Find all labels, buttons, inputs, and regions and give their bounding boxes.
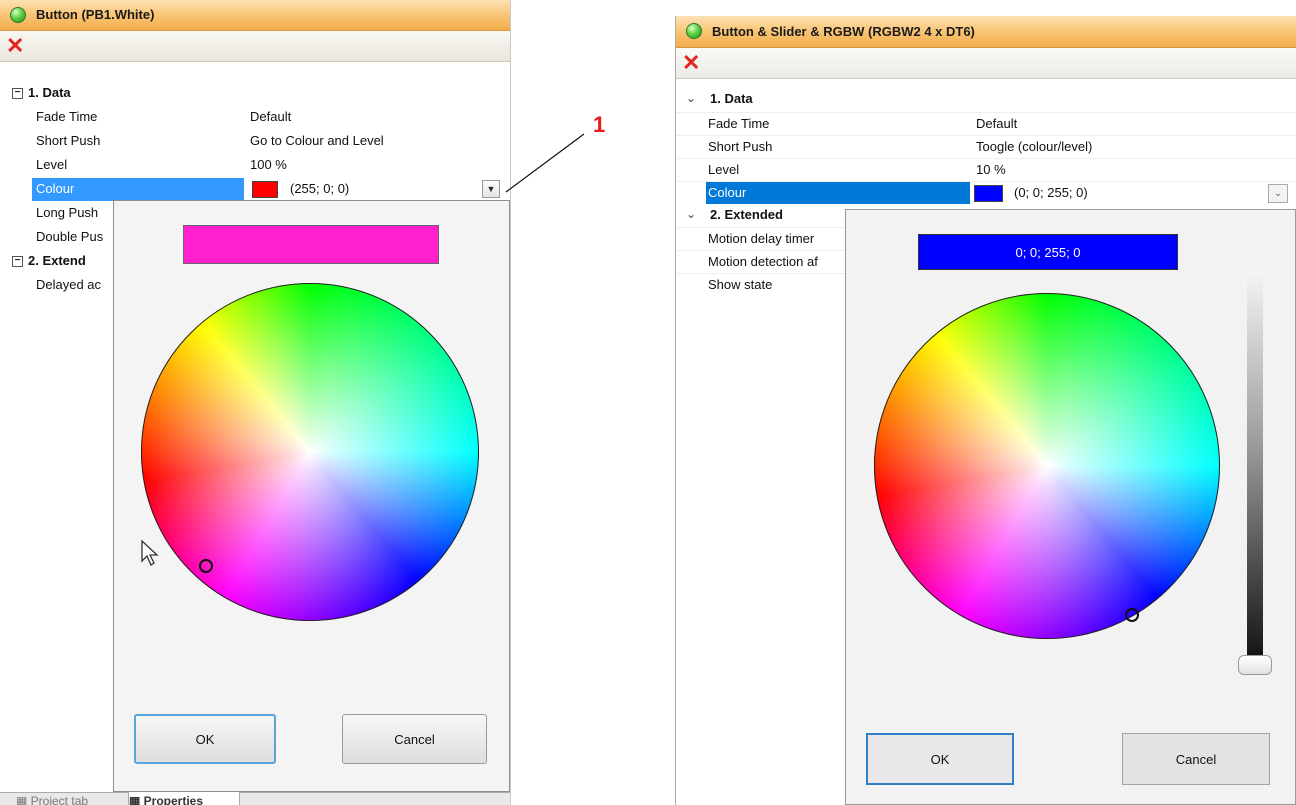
property-value: (255; 0; 0) [290,181,350,196]
property-key: Fade Time [708,116,770,131]
group-label: 2. Extended [710,207,783,222]
callout-number: 1 [593,112,606,137]
property-key: Level [36,157,68,172]
chevron-down-icon[interactable]: ⌄ [686,91,696,105]
bottom-tab-strip: ▦ Project tab ▦ Properties [0,791,510,805]
property-key: Long Push [36,205,99,220]
property-key: Delayed ac [36,277,102,292]
property-key: Short Push [708,139,773,154]
property-key: Level [708,162,740,177]
property-row[interactable]: Level 100 % [0,154,510,177]
property-row-colour[interactable]: Colour (0; 0; 255; 0) ⌄ [676,181,1296,204]
minus-box-icon[interactable]: − [12,88,23,99]
property-value: Default [250,109,292,124]
colour-wheel-overlay[interactable] [141,283,479,621]
property-key: Show state [708,277,773,292]
chevron-down-icon[interactable]: ▼ [482,180,500,198]
right-colour-picker-popup: 0; 0; 255; 0 OK Cancel [845,209,1296,805]
colour-swatch [974,185,1003,202]
wheel-selection-marker[interactable] [1125,608,1139,622]
right-toolbar: ✕ [676,48,1296,79]
property-row[interactable]: Fade Time Default [0,106,510,129]
red-x-icon[interactable]: ✕ [6,32,24,60]
group-label: 1. Data [710,91,753,106]
green-led-icon [686,23,702,39]
brightness-slider-track[interactable] [1247,272,1263,662]
right-panel-title: Button & Slider & RGBW (RGBW2 4 x DT6) [712,24,975,39]
left-toolbar: ✕ [0,31,510,62]
property-key: Short Push [36,133,101,148]
property-value: 100 % [250,157,287,172]
cancel-button[interactable]: Cancel [342,714,487,764]
group-row-data[interactable]: − 1. Data [0,82,510,105]
callout-line [505,133,585,193]
property-row[interactable]: Fade Time Default [676,112,1296,135]
property-value: (0; 0; 255; 0) [1014,185,1088,200]
green-led-icon [10,7,26,23]
property-value: Go to Colour and Level [250,133,384,148]
left-panel-title: Button (PB1.White) [36,7,155,22]
tab-properties[interactable]: ▦ Properties [128,791,240,805]
group-label: 1. Data [28,85,71,100]
colour-preview-bar: 0; 0; 255; 0 [918,234,1178,270]
property-key: Colour [36,181,75,196]
property-key: Double Pus [36,229,104,244]
colour-preview-value: 0; 0; 255; 0 [1015,244,1081,260]
property-value: Default [976,116,1018,131]
property-row[interactable]: Level 10 % [676,158,1296,181]
property-row[interactable]: Short Push Go to Colour and Level [0,130,510,153]
property-value: 10 % [976,162,1006,177]
mouse-pointer-icon [141,539,159,566]
property-row-colour[interactable]: Colour (255; 0; 0) ▼ [0,178,510,201]
chevron-down-icon[interactable]: ⌄ [1268,184,1288,203]
colour-preview-bar [183,225,439,264]
property-key: Motion delay timer [708,231,815,246]
group-label: 2. Extend [28,253,86,268]
colour-swatch [252,181,278,198]
right-titlebar: Button & Slider & RGBW (RGBW2 4 x DT6) [676,16,1296,48]
tab-project[interactable]: ▦ Project tab [16,793,126,805]
property-value: Toogle (colour/level) [976,139,1093,154]
left-colour-picker-popup: OK Cancel [113,200,510,792]
ok-button[interactable]: OK [866,733,1014,785]
group-row-data[interactable]: ⌄ 1. Data [676,88,1296,110]
property-key: Motion detection af [708,254,818,269]
ok-button[interactable]: OK [134,714,276,764]
cancel-button[interactable]: Cancel [1122,733,1270,785]
wheel-selection-marker[interactable] [199,559,213,573]
property-key: Fade Time [36,109,98,124]
red-x-icon[interactable]: ✕ [682,49,700,77]
property-key: Colour [708,185,747,200]
property-row[interactable]: Short Push Toogle (colour/level) [676,135,1296,158]
left-titlebar: Button (PB1.White) [0,0,510,31]
chevron-down-icon[interactable]: ⌄ [686,207,696,221]
brightness-slider-handle[interactable] [1238,655,1272,675]
colour-wheel-overlay[interactable] [874,293,1220,639]
minus-box-icon[interactable]: − [12,256,23,267]
